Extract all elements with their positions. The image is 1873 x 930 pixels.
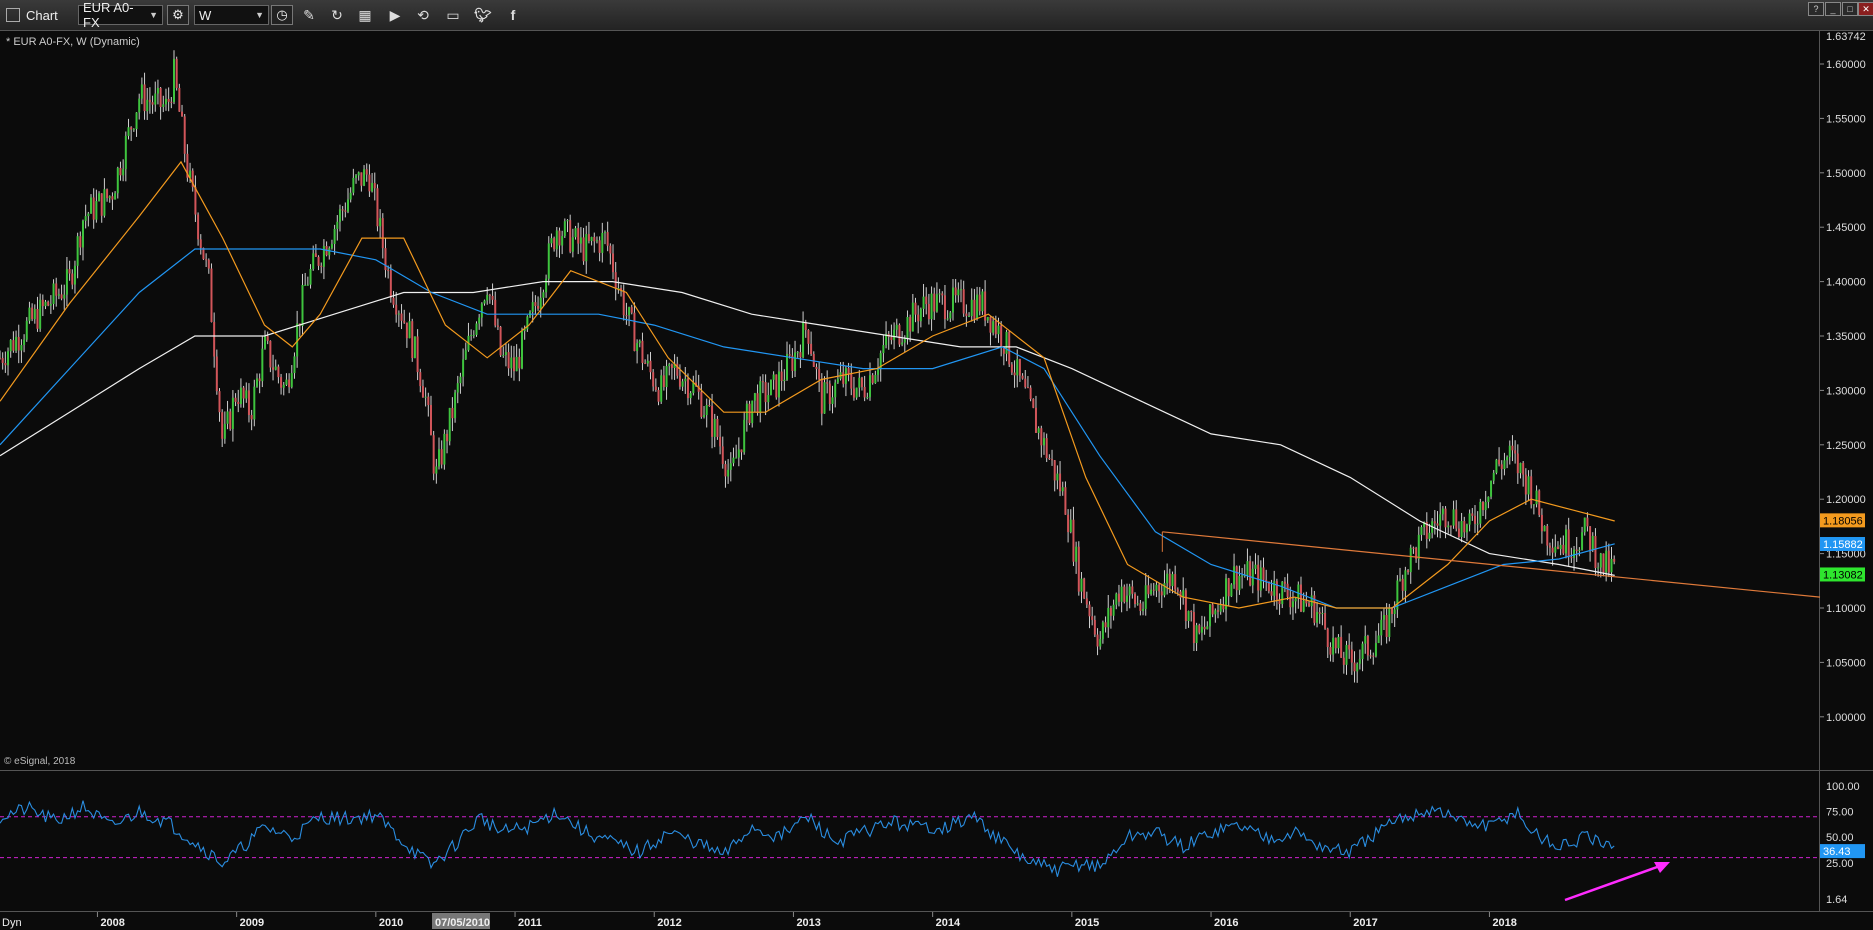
chevron-down-icon: ▼ — [255, 10, 264, 20]
chart-title-text: Chart — [26, 7, 58, 23]
help-button[interactable]: ? — [1808, 2, 1824, 16]
pencil-icon[interactable]: ✎ — [298, 5, 320, 25]
minimize-button[interactable]: _ — [1825, 2, 1841, 16]
chart-title: Chart — [6, 5, 58, 25]
chart-header: * EUR A0-FX, W (Dynamic) — [6, 36, 140, 48]
chart-window-icon — [6, 8, 20, 22]
interval-select[interactable]: W ▼ — [194, 5, 269, 25]
maximize-button[interactable]: □ — [1842, 2, 1858, 16]
copyright-text: © eSignal, 2018 — [4, 756, 76, 767]
replay-icon[interactable]: ⟲ — [412, 5, 434, 25]
toolbar: Chart EUR A0-FX ▼ ⚙ W ▼ ◷ ✎ ↻ ▦ ▶ ⟲ ▭ 🐦︎ f… — [0, 0, 1873, 31]
play-icon[interactable]: ▶ — [384, 5, 406, 25]
interval-value: W — [199, 7, 212, 23]
refresh-icon[interactable]: ↻ — [326, 5, 348, 25]
chevron-down-icon: ▼ — [149, 10, 158, 20]
twitter-icon[interactable]: 🐦︎ — [472, 5, 494, 25]
interval-label: Dyn — [2, 917, 22, 929]
symbol-value: EUR A0-FX — [83, 0, 134, 30]
close-button[interactable]: ✕ — [1858, 2, 1873, 16]
chart-area[interactable]: * EUR A0-FX, W (Dynamic) © eSignal, 2018… — [0, 31, 1873, 930]
facebook-icon[interactable]: f — [502, 5, 524, 25]
clock-icon[interactable]: ◷ — [271, 5, 293, 25]
toolbox-icon[interactable]: ▦ — [354, 5, 376, 25]
comment-icon[interactable]: ▭ — [442, 5, 464, 25]
settings-icon[interactable]: ⚙ — [167, 5, 189, 25]
symbol-select[interactable]: EUR A0-FX ▼ — [78, 0, 163, 30]
